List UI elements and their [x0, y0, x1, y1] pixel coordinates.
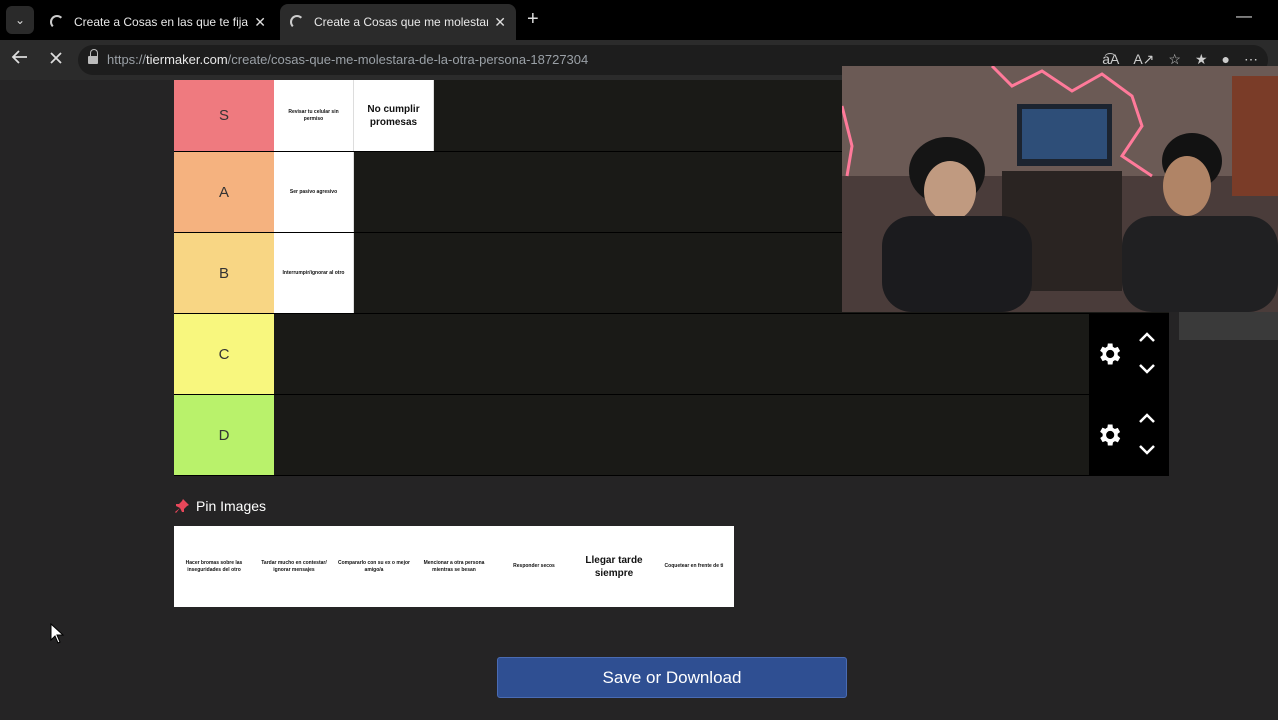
chevron-down-icon: ⌄ — [14, 13, 26, 27]
close-icon[interactable]: ✕ — [254, 14, 266, 31]
tier-label[interactable]: S — [174, 80, 274, 151]
pool-item-card[interactable]: Coquetear en frente de ti — [654, 526, 734, 607]
new-tab-button[interactable]: + — [527, 8, 539, 31]
tier-item-card[interactable]: No cumplir promesas — [354, 80, 434, 151]
stop-loading-button[interactable] — [44, 48, 68, 72]
browser-tab-1[interactable]: Create a Cosas en las que te fijas e ✕ — [40, 4, 276, 40]
tier-row: C — [174, 314, 1169, 395]
tab-title: Create a Cosas que me molestaría — [314, 15, 489, 29]
tier-label[interactable]: B — [174, 233, 274, 313]
tier-item-card[interactable]: Revisar tu celular sin permiso — [274, 80, 354, 151]
tier-row: D — [174, 395, 1169, 476]
url-text: https://tiermaker.com/create/cosas-que-m… — [107, 52, 589, 67]
chevron-down-icon[interactable] — [1137, 362, 1157, 376]
loading-spinner-icon — [50, 15, 64, 29]
tier-label[interactable]: D — [174, 395, 274, 475]
close-icon — [50, 52, 62, 64]
minimize-button[interactable]: — — [1236, 8, 1252, 26]
tier-item-card[interactable]: Interrumpir/ignorar al otro — [274, 233, 354, 313]
tier-controls — [1089, 314, 1169, 394]
tier-label[interactable]: C — [174, 314, 274, 394]
pool-item-card[interactable]: Responder secos — [494, 526, 574, 607]
close-icon[interactable]: ✕ — [494, 14, 506, 31]
pool-item-card[interactable]: Mencionar a otra persona mientras se bes… — [414, 526, 494, 607]
pin-icon — [175, 499, 189, 513]
tier-controls — [1089, 395, 1169, 475]
tier-drop-zone[interactable] — [274, 314, 1089, 394]
chevron-up-icon[interactable] — [1137, 411, 1157, 425]
webcam-overlay — [842, 66, 1278, 312]
loading-spinner-icon — [290, 15, 304, 29]
save-or-download-button[interactable]: Save or Download — [497, 657, 847, 698]
webcam-video-image — [842, 66, 1278, 312]
pool-item-card[interactable]: Llegar tarde siempre — [574, 526, 654, 607]
pin-images-label: Pin Images — [196, 498, 267, 514]
gear-icon[interactable] — [1095, 421, 1123, 449]
tier-item-card[interactable]: Ser pasivo agresivo — [274, 152, 354, 232]
gear-icon[interactable] — [1095, 340, 1123, 368]
back-arrow-icon — [11, 50, 27, 64]
mouse-cursor-icon — [50, 623, 65, 644]
tier-drop-zone[interactable] — [274, 395, 1089, 475]
tab-title: Create a Cosas en las que te fijas e — [74, 15, 249, 29]
tab-actions-menu[interactable]: ⌄ — [6, 6, 34, 34]
lock-icon — [88, 49, 98, 66]
browser-tabstrip: ⌄ Create a Cosas en las que te fijas e ✕… — [0, 0, 1278, 40]
pool-item-card[interactable]: Hacer bromas sobre las inseguridades del… — [174, 526, 254, 607]
webcam-frame-edge — [1179, 312, 1278, 340]
chevron-up-icon[interactable] — [1137, 330, 1157, 344]
back-button[interactable] — [8, 48, 32, 72]
browser-tab-2[interactable]: Create a Cosas que me molestaría ✕ — [280, 4, 516, 40]
pin-images-toggle[interactable]: Pin Images — [174, 498, 266, 514]
chevron-down-icon[interactable] — [1137, 443, 1157, 457]
tier-label[interactable]: A — [174, 152, 274, 232]
pool-item-card[interactable]: Tardar mucho en contestar/ ignorar mensa… — [254, 526, 334, 607]
pool-item-card[interactable]: Compararlo con su ex o mejor amigo/a — [334, 526, 414, 607]
image-pool: Hacer bromas sobre las inseguridades del… — [174, 526, 734, 607]
